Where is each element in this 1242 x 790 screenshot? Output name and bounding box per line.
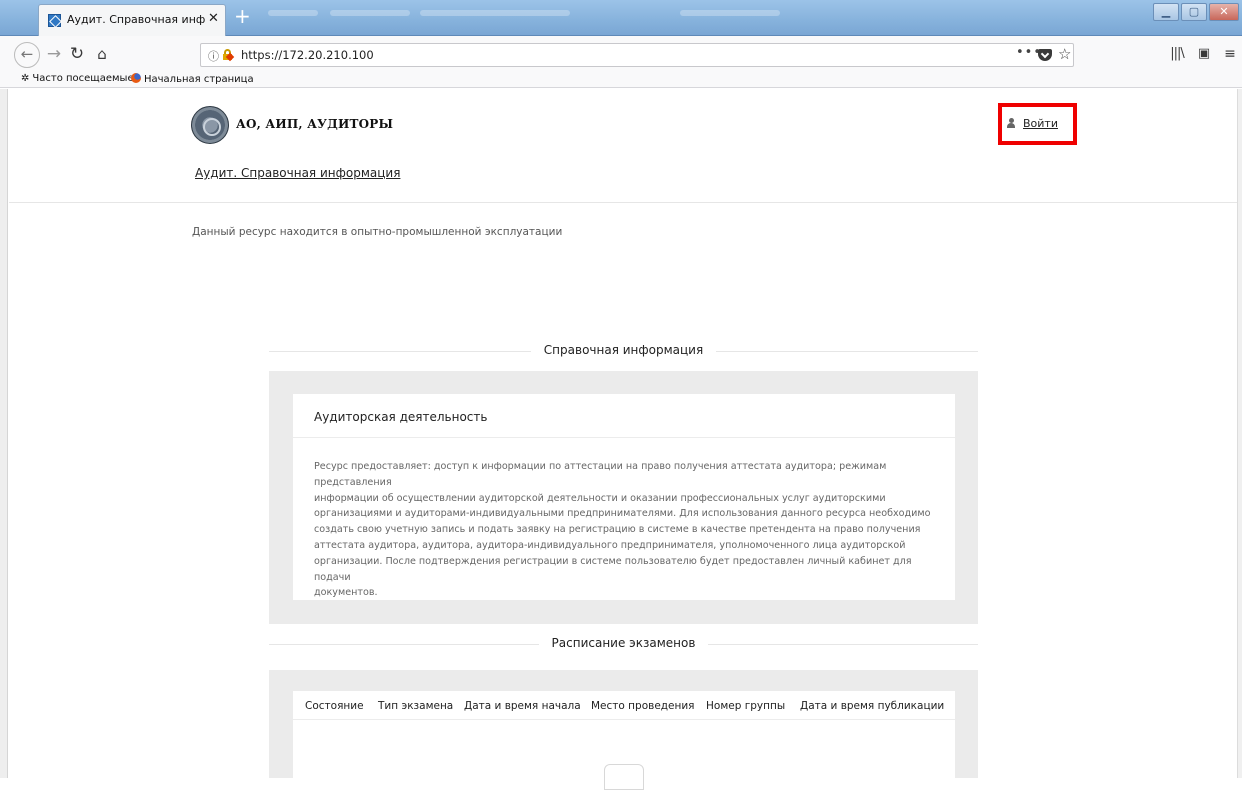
blurred-tab bbox=[330, 10, 410, 16]
user-icon bbox=[1007, 118, 1015, 129]
body-line: организации. После подтверждения регистр… bbox=[314, 555, 912, 583]
login-link[interactable]: Войти bbox=[1023, 117, 1058, 130]
tab-close-icon[interactable]: ✕ bbox=[208, 11, 219, 26]
blurred-tab bbox=[420, 10, 570, 16]
close-window-button[interactable]: ✕ bbox=[1209, 3, 1239, 21]
navigation-toolbar: ← → ↻ ⌂ ⓘ https://172.20.210.100 ••• ☆ |… bbox=[0, 36, 1242, 72]
body-line: Ресурс предоставляет: доступ к информаци… bbox=[314, 461, 887, 488]
column-header-exam-type[interactable]: Тип экзамена bbox=[378, 700, 453, 712]
blurred-title bbox=[680, 10, 780, 16]
blurred-tab bbox=[268, 10, 318, 16]
info-card-body: Ресурс предоставляет: доступ к информаци… bbox=[314, 459, 944, 601]
emblem-logo bbox=[191, 106, 229, 144]
body-line: информации об осуществлении аудиторской … bbox=[314, 492, 886, 504]
pocket-icon[interactable] bbox=[1038, 49, 1052, 61]
browser-title-bar: Аудит. Справочная информац ✕ + ▁ ▢ ✕ bbox=[0, 0, 1242, 36]
body-line: организациями и аудиторами-индивидуальны… bbox=[314, 508, 931, 520]
body-line: аттестата аудитора, аудитора, аудитора-и… bbox=[314, 539, 906, 551]
minimize-window-button[interactable]: ▁ bbox=[1153, 3, 1179, 21]
maximize-window-button[interactable]: ▢ bbox=[1181, 3, 1207, 21]
table-header-divider bbox=[293, 719, 955, 720]
star-icon[interactable]: ☆ bbox=[1058, 45, 1071, 63]
section-title-text: Справочная информация bbox=[543, 343, 704, 357]
trial-operation-notice: Данный ресурс находится в опытно-промышл… bbox=[192, 226, 563, 238]
firefox-icon bbox=[131, 73, 141, 83]
scrollbar[interactable] bbox=[1237, 89, 1242, 778]
left-window-edge bbox=[0, 89, 8, 778]
tab-title: Аудит. Справочная информац bbox=[67, 13, 205, 26]
browser-tab[interactable]: Аудит. Справочная информац ✕ bbox=[38, 4, 226, 36]
column-header-start-datetime[interactable]: Дата и время начала bbox=[464, 700, 581, 712]
site-favicon-icon bbox=[48, 14, 61, 27]
column-header-status[interactable]: Состояние bbox=[305, 700, 364, 712]
site-title-link[interactable]: Аудит. Справочная информация bbox=[195, 166, 400, 180]
url-text[interactable]: https://172.20.210.100 bbox=[241, 48, 374, 62]
bookmarks-toolbar: ✲ Часто посещаемые Начальная страница bbox=[0, 72, 1242, 88]
section-title-exams: Расписание экзаменов bbox=[269, 634, 978, 654]
empty-inbox-icon bbox=[604, 764, 644, 790]
column-header-location[interactable]: Место проведения bbox=[591, 700, 695, 712]
header-divider bbox=[9, 202, 1237, 203]
section-title-reference: Справочная информация bbox=[269, 341, 978, 361]
address-bar[interactable]: ⓘ https://172.20.210.100 ••• ☆ bbox=[200, 43, 1074, 67]
organization-name: АО, АИП, АУДИТОРЫ bbox=[236, 117, 394, 131]
gear-icon: ✲ bbox=[21, 73, 30, 84]
info-card-title: Аудиторская деятельность bbox=[314, 410, 488, 424]
section-title-text: Расписание экзаменов bbox=[551, 636, 696, 650]
column-header-group-number[interactable]: Номер группы bbox=[706, 700, 785, 712]
home-icon[interactable]: ⌂ bbox=[93, 36, 111, 72]
library-icon[interactable]: |||\ bbox=[1168, 36, 1186, 72]
body-line: создать свою учетную запись и подать зая… bbox=[314, 524, 921, 536]
bookmark-home-page[interactable]: Начальная страница bbox=[131, 73, 254, 85]
info-icon[interactable]: ⓘ bbox=[208, 48, 219, 64]
reload-icon[interactable]: ↻ bbox=[68, 36, 86, 72]
body-line: документов. bbox=[314, 587, 378, 599]
menu-icon[interactable]: ≡ bbox=[1223, 36, 1237, 72]
column-header-publication-datetime[interactable]: Дата и время публикации bbox=[800, 700, 944, 712]
bookmark-most-visited[interactable]: ✲ Часто посещаемые bbox=[21, 73, 134, 84]
lock-warning-icon[interactable] bbox=[223, 49, 235, 62]
sidebar-icon[interactable]: ▣ bbox=[1196, 36, 1212, 72]
forward-icon[interactable]: → bbox=[46, 36, 62, 72]
back-icon[interactable]: ← bbox=[14, 42, 40, 68]
new-tab-icon[interactable]: + bbox=[234, 4, 251, 28]
card-divider bbox=[293, 437, 955, 438]
